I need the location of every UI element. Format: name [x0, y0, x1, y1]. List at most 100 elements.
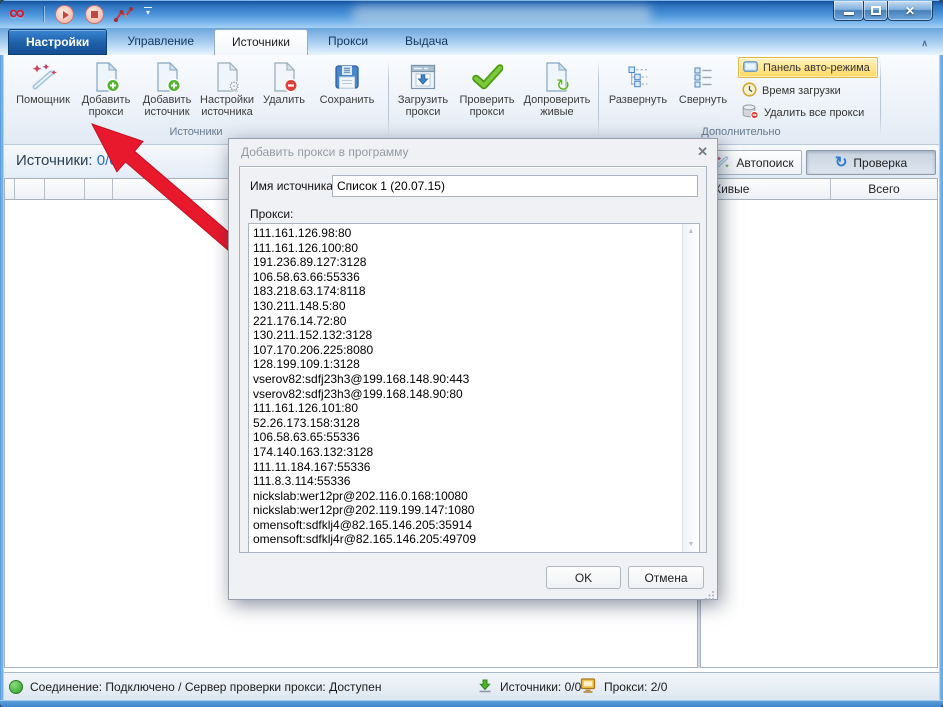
- load-proxy-label: Загрузить прокси: [398, 94, 448, 118]
- cancel-button[interactable]: Отмена: [628, 566, 704, 589]
- check-mode-button[interactable]: ↻ Проверка: [806, 150, 936, 175]
- delete-all-proxy-button[interactable]: Удалить все прокси: [738, 102, 878, 123]
- maximize-button[interactable]: [863, 1, 888, 21]
- check-proxy-button[interactable]: Проверить прокси: [456, 57, 518, 125]
- save-label: Сохранить: [320, 94, 375, 106]
- table-column[interactable]: [5, 179, 15, 199]
- ribbon-tabstrip: Настройки Управление Источники Прокси Вы…: [0, 28, 943, 55]
- source-name-input[interactable]: [332, 175, 698, 197]
- column-live[interactable]: Живые: [701, 179, 831, 199]
- maximize-icon: [871, 6, 881, 15]
- connection-status: Соединение: Подключено / Сервер проверки…: [9, 673, 381, 701]
- window-download-icon: [410, 60, 436, 94]
- document-refresh-icon: ↻: [543, 60, 571, 94]
- qat-dropdown-icon[interactable]: ▾: [142, 7, 154, 17]
- collapse-button[interactable]: Свернуть: [672, 57, 734, 125]
- ribbon: Помощник Добавить прокси Добавить источн…: [0, 55, 943, 145]
- svg-text:↻: ↻: [556, 76, 570, 93]
- titlebar[interactable]: ∞ ▾ ✕: [0, 0, 943, 28]
- clock-icon: [742, 82, 757, 100]
- recheck-live-label: Допроверить живые: [524, 94, 591, 118]
- dialog-titlebar[interactable]: Добавить прокси в программу ✕: [229, 139, 717, 165]
- refresh-blue-icon: ↻: [835, 156, 848, 170]
- scroll-down-icon[interactable]: ▼: [683, 541, 699, 548]
- group-label-sources: Источники: [12, 126, 380, 138]
- recheck-live-button[interactable]: ↻ Допроверить живые: [520, 57, 594, 125]
- tab-upravlenie[interactable]: Управление: [110, 29, 211, 55]
- window-border: [939, 55, 943, 707]
- table-column[interactable]: [85, 179, 113, 199]
- add-source-button[interactable]: Добавить источник: [138, 57, 196, 125]
- column-total[interactable]: Всего: [831, 179, 937, 199]
- table-column[interactable]: [15, 179, 45, 199]
- stop-button[interactable]: [85, 5, 104, 24]
- dialog-close-icon[interactable]: ✕: [697, 144, 708, 160]
- load-proxy-button[interactable]: Загрузить прокси: [392, 57, 454, 125]
- proxies-label: Прокси:: [250, 207, 293, 221]
- tab-nastroyki[interactable]: Настройки: [8, 29, 107, 55]
- window-border: [0, 55, 4, 707]
- list-collapse-icon: [691, 60, 715, 94]
- document-add-icon: [154, 60, 181, 94]
- expand-button[interactable]: Развернуть: [606, 57, 670, 125]
- computer-icon: [580, 678, 597, 696]
- autosearch-label: Автопоиск: [736, 156, 793, 170]
- start-button[interactable]: [55, 5, 74, 24]
- status-green-circle-icon: [9, 680, 23, 694]
- sources-status: Источники: 0/0: [477, 673, 581, 701]
- statusbar: Соединение: Подключено / Сервер проверки…: [0, 672, 943, 700]
- autosearch-button[interactable]: Автопоиск: [706, 150, 802, 175]
- tab-proksi[interactable]: Прокси: [311, 29, 385, 55]
- wizard-label: Помощник: [16, 94, 70, 106]
- collapse-label: Свернуть: [679, 94, 727, 106]
- wizard-button[interactable]: Помощник: [12, 57, 74, 125]
- database-remove-icon: [742, 104, 759, 122]
- tab-istochniki[interactable]: Источники: [214, 29, 308, 55]
- proxy-textarea[interactable]: [248, 223, 700, 553]
- table-column[interactable]: [45, 179, 85, 199]
- add-proxy-label: Добавить прокси: [82, 94, 131, 118]
- stats-table[interactable]: Живые Всего: [700, 178, 938, 668]
- auto-mode-panel-label: Панель авто-режима: [763, 62, 870, 74]
- check-proxy-label: Проверить прокси: [459, 94, 514, 118]
- load-time-label: Время загрузки: [762, 85, 841, 97]
- stop-icon: [91, 11, 98, 18]
- network-graph-icon: [113, 5, 134, 29]
- group-separator: [388, 60, 389, 136]
- sources-counter-label: Источники:: [16, 152, 93, 169]
- save-button[interactable]: Сохранить: [314, 57, 380, 125]
- close-button[interactable]: ✕: [887, 1, 933, 21]
- load-time-button[interactable]: Время загрузки: [738, 80, 878, 101]
- textarea-scrollbar[interactable]: ▲ ▼: [682, 224, 699, 552]
- auto-mode-panel-button[interactable]: Панель авто-режима: [738, 57, 878, 78]
- group-separator: [598, 60, 599, 136]
- delete-label: Удалить: [263, 94, 305, 106]
- window-controls: ✕: [834, 1, 933, 21]
- add-proxy-button[interactable]: Добавить прокси: [76, 57, 136, 125]
- minimize-button[interactable]: [833, 1, 864, 21]
- ribbon-collapse-icon[interactable]: ∧: [921, 38, 928, 49]
- connection-status-text: Соединение: Подключено / Сервер проверки…: [30, 680, 381, 694]
- download-tray-icon: [477, 678, 493, 697]
- svg-text:⚙: ⚙: [227, 79, 240, 93]
- proxy-status: Прокси: 2/0: [580, 673, 667, 701]
- ok-button[interactable]: OK: [546, 566, 621, 589]
- dialog-groupbox: Имя источника Прокси: ▲ ▼: [239, 166, 707, 553]
- magic-wand-icon: [28, 60, 58, 94]
- window-title-blurred: [352, 6, 652, 23]
- close-icon: ✕: [905, 2, 915, 20]
- sources-status-text: Источники: 0/0: [500, 680, 581, 694]
- delete-button[interactable]: Удалить: [258, 57, 310, 125]
- tab-vydacha[interactable]: Выдача: [388, 29, 465, 55]
- resize-grip[interactable]: [705, 587, 715, 597]
- scroll-up-icon[interactable]: ▲: [683, 228, 699, 235]
- source-name-label: Имя источника: [250, 179, 333, 193]
- expand-label: Развернуть: [609, 94, 667, 106]
- document-remove-icon: [271, 60, 298, 94]
- dialog-title: Добавить прокси в программу: [241, 145, 409, 159]
- play-icon: [63, 11, 69, 19]
- document-add-icon: [93, 60, 120, 94]
- source-settings-button[interactable]: ⚙ Настройки источника: [198, 57, 256, 125]
- qat-separator: [44, 6, 45, 22]
- add-source-label: Добавить источник: [143, 94, 192, 118]
